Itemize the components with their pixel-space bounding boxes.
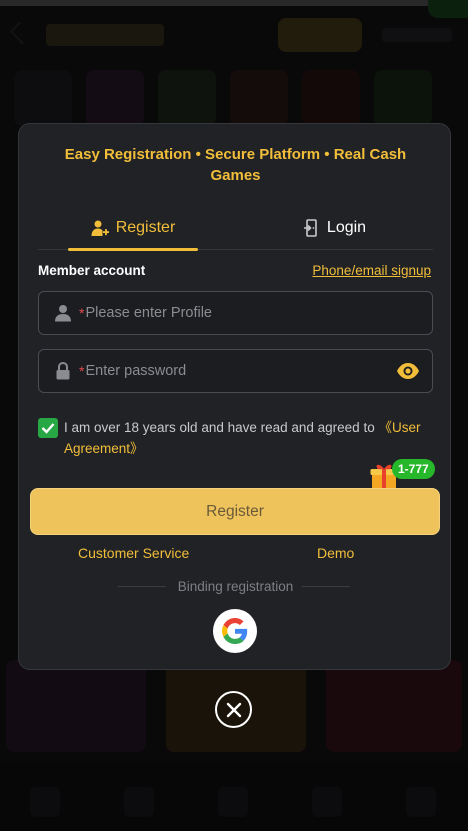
auth-tabs: Register Login xyxy=(38,206,433,251)
member-account-label: Member account xyxy=(38,263,146,278)
binding-registration-label: Binding registration xyxy=(177,579,294,594)
tab-login[interactable]: Login xyxy=(270,206,400,250)
tab-register[interactable]: Register xyxy=(68,206,198,251)
tab-login-label: Login xyxy=(326,219,367,236)
required-mark: * xyxy=(79,363,85,379)
eye-icon[interactable] xyxy=(396,361,420,386)
close-modal-button[interactable] xyxy=(215,691,252,728)
user-icon xyxy=(53,303,73,323)
registration-modal: Easy Registration • Secure Platform • Re… xyxy=(18,123,451,670)
customer-service-link[interactable]: Customer Service xyxy=(78,545,189,561)
divider-line xyxy=(302,586,350,587)
add-user-icon xyxy=(91,220,109,236)
profile-placeholder: Please enter Profile xyxy=(85,305,212,321)
google-signin-button[interactable] xyxy=(213,609,257,653)
agreement-statement: I am over 18 years old and have read and… xyxy=(64,420,379,435)
password-placeholder: Enter password xyxy=(85,363,187,379)
register-button[interactable]: Register xyxy=(30,488,440,535)
modal-tagline: Easy Registration • Secure Platform • Re… xyxy=(64,146,407,184)
agreement-checkbox[interactable] xyxy=(38,418,58,438)
login-door-icon xyxy=(303,219,317,237)
promo-badge: 1-777 xyxy=(392,459,435,479)
checkmark-icon xyxy=(41,423,55,434)
password-input[interactable]: * Enter password xyxy=(38,349,433,393)
google-icon xyxy=(222,618,248,644)
demo-link[interactable]: Demo xyxy=(317,545,354,561)
close-icon xyxy=(226,702,241,717)
lock-icon xyxy=(53,361,73,381)
agreement-text: I am over 18 years old and have read and… xyxy=(64,417,439,459)
profile-input[interactable]: * Please enter Profile xyxy=(38,291,433,335)
phone-email-signup-link[interactable]: Phone/email signup xyxy=(312,263,431,278)
tab-register-label: Register xyxy=(115,219,176,236)
required-mark: * xyxy=(79,305,85,321)
